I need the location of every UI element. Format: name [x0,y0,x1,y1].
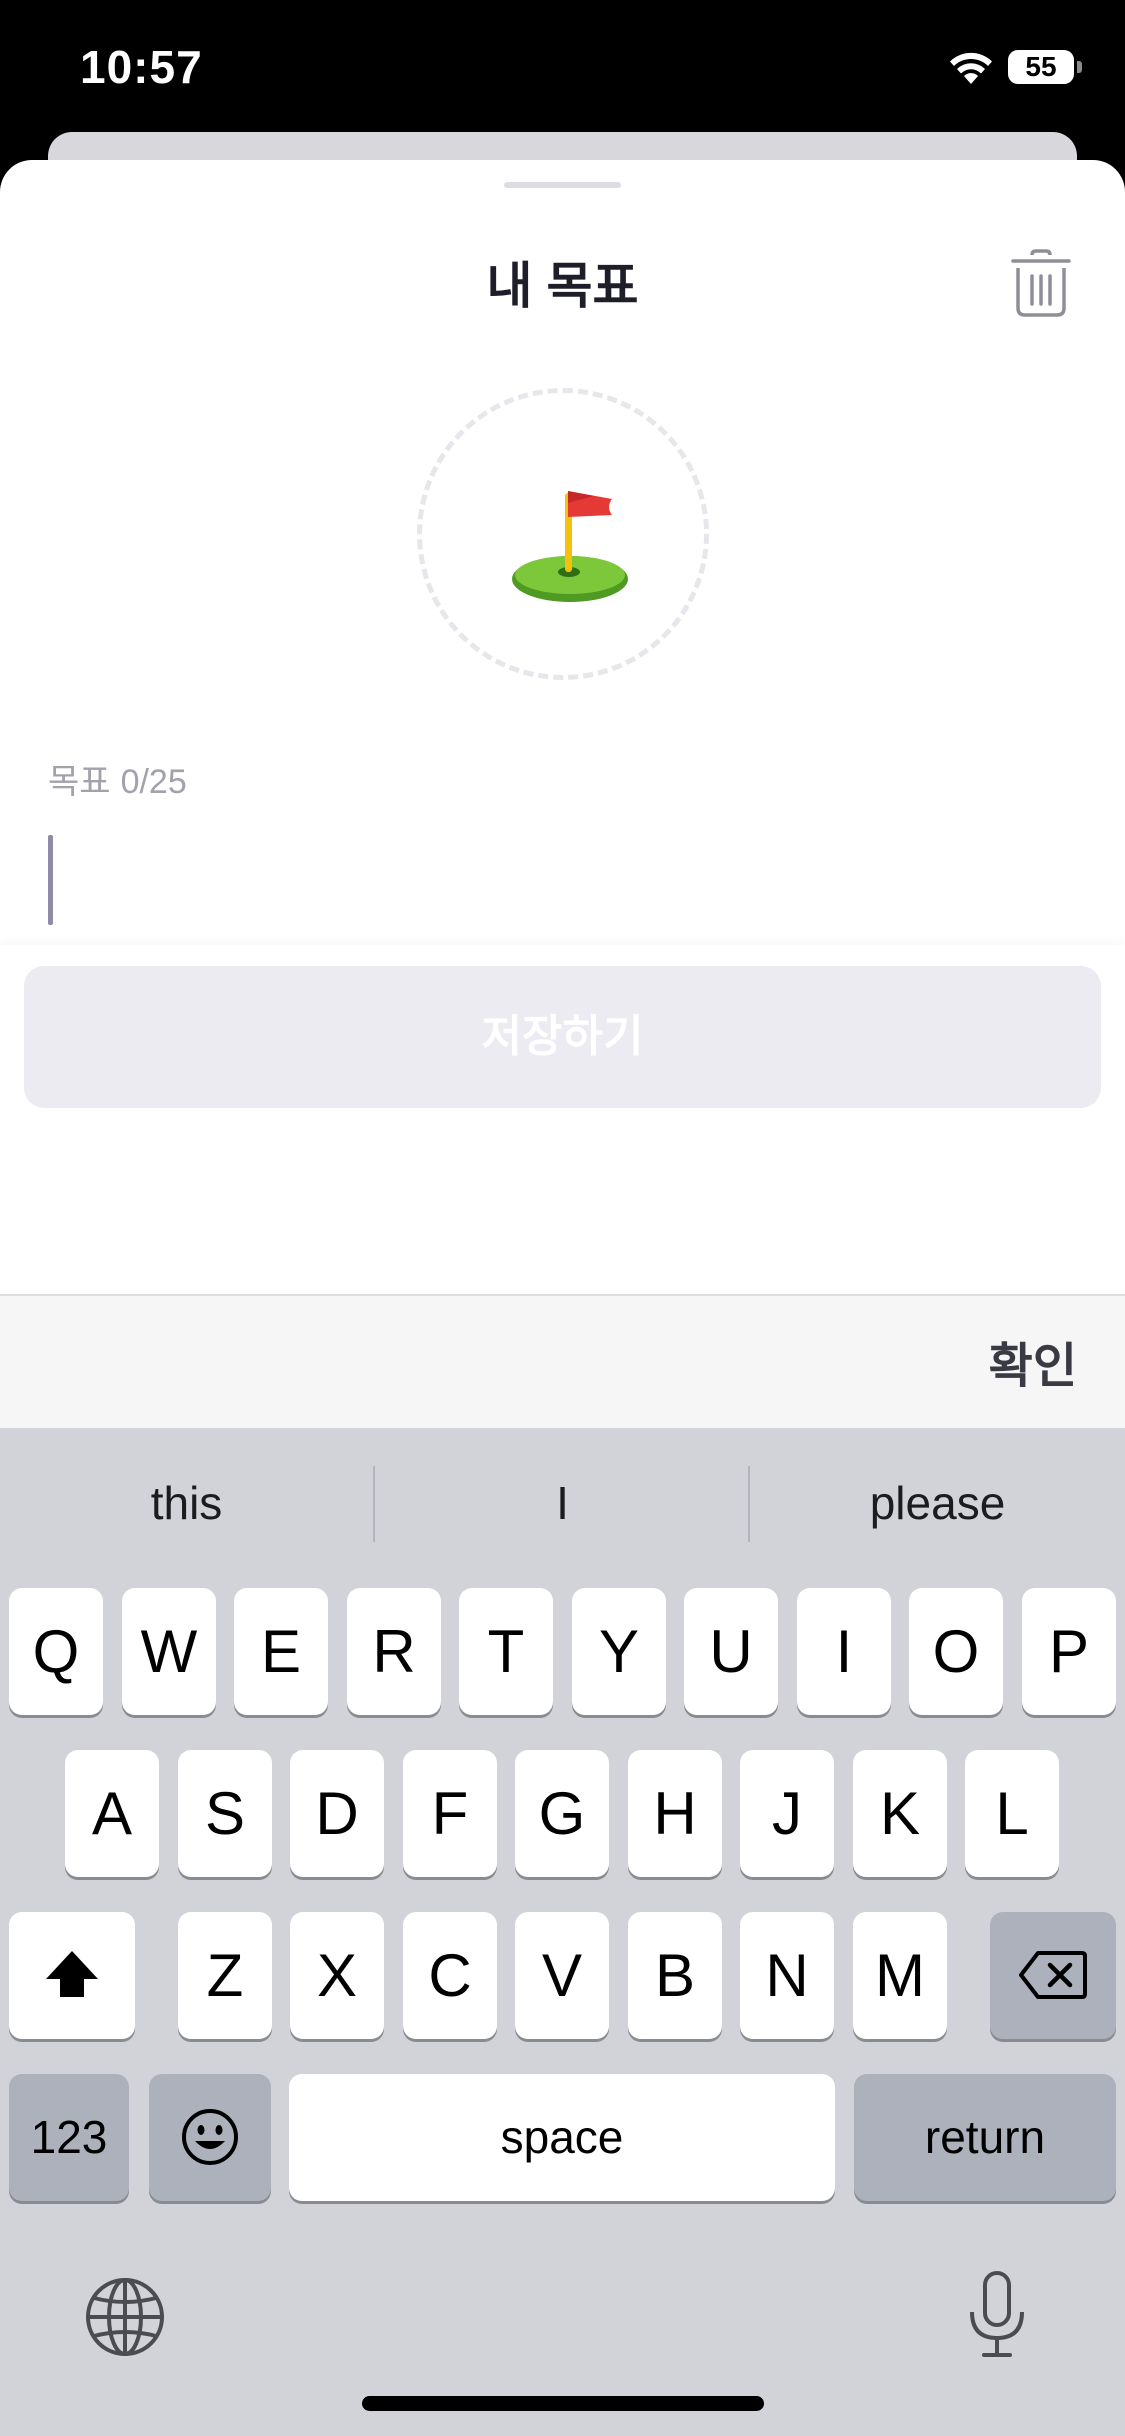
key-u[interactable]: U [684,1588,778,1715]
suggestion-item[interactable]: please [751,1428,1124,1578]
suggestion-divider [373,1466,375,1542]
key-e[interactable]: E [234,1588,328,1715]
numbers-key[interactable]: 123 [9,2074,129,2201]
shift-key[interactable] [9,1912,135,2039]
key-l[interactable]: L [965,1750,1059,1877]
text-caret [48,835,53,925]
key-h[interactable]: H [628,1750,722,1877]
suggestion-divider [748,1466,750,1542]
suggestion-item[interactable]: I [376,1428,749,1578]
goal-label-text: 목표 [48,763,111,801]
wifi-icon [950,52,992,84]
key-f[interactable]: F [403,1750,497,1877]
save-button[interactable]: 저장하기 [24,966,1101,1108]
key-z[interactable]: Z [178,1912,272,2039]
key-n[interactable]: N [740,1912,834,2039]
battery-icon: 55 [1008,50,1074,84]
save-area: 저장하기 [0,945,1125,1145]
key-i[interactable]: I [797,1588,891,1715]
keyboard: this I please Q W E R T Y U I O P A S D … [0,1428,1125,2436]
globe-icon[interactable] [84,2276,166,2358]
key-b[interactable]: B [628,1912,722,2039]
key-c[interactable]: C [403,1912,497,2039]
trash-icon[interactable] [1010,248,1072,318]
delete-icon [1019,1951,1087,1999]
home-indicator[interactable] [362,2396,764,2411]
confirm-button[interactable]: 확인 [989,1326,1077,1396]
delete-key[interactable] [990,1912,1116,2039]
flag-in-hole-icon [512,491,628,602]
goal-field-label: 목표 0/25 [48,754,187,803]
suggestion-item[interactable]: this [0,1428,373,1578]
shift-icon [46,1951,98,1997]
key-m[interactable]: M [853,1912,947,2039]
key-v[interactable]: V [515,1912,609,2039]
key-x[interactable]: X [290,1912,384,2039]
key-p[interactable]: P [1022,1588,1116,1715]
key-y[interactable]: Y [572,1588,666,1715]
return-key[interactable]: return [854,2074,1116,2201]
key-o[interactable]: O [909,1588,1003,1715]
emoji-key[interactable] [149,2074,271,2201]
status-bar: 10:57 55 [0,0,1125,140]
page-title: 내 목표 [486,258,639,314]
status-time: 10:57 [80,41,203,93]
key-k[interactable]: K [853,1750,947,1877]
suggestion-bar: this I please [0,1428,1125,1578]
keyboard-accessory-bar: 확인 [0,1294,1125,1428]
key-w[interactable]: W [122,1588,216,1715]
key-s[interactable]: S [178,1750,272,1877]
goal-char-count: 0/25 [120,763,187,801]
key-j[interactable]: J [740,1750,834,1877]
key-g[interactable]: G [515,1750,609,1877]
space-key[interactable]: space [289,2074,835,2201]
key-a[interactable]: A [65,1750,159,1877]
battery-cap [1077,61,1082,73]
key-d[interactable]: D [290,1750,384,1877]
microphone-icon[interactable] [966,2270,1028,2360]
emoji-icon [182,2109,238,2165]
key-q[interactable]: Q [9,1588,103,1715]
goal-input[interactable] [60,830,1060,930]
key-t[interactable]: T [459,1588,553,1715]
sheet-grabber[interactable] [504,182,621,188]
key-r[interactable]: R [347,1588,441,1715]
emoji-picker[interactable] [417,388,709,680]
